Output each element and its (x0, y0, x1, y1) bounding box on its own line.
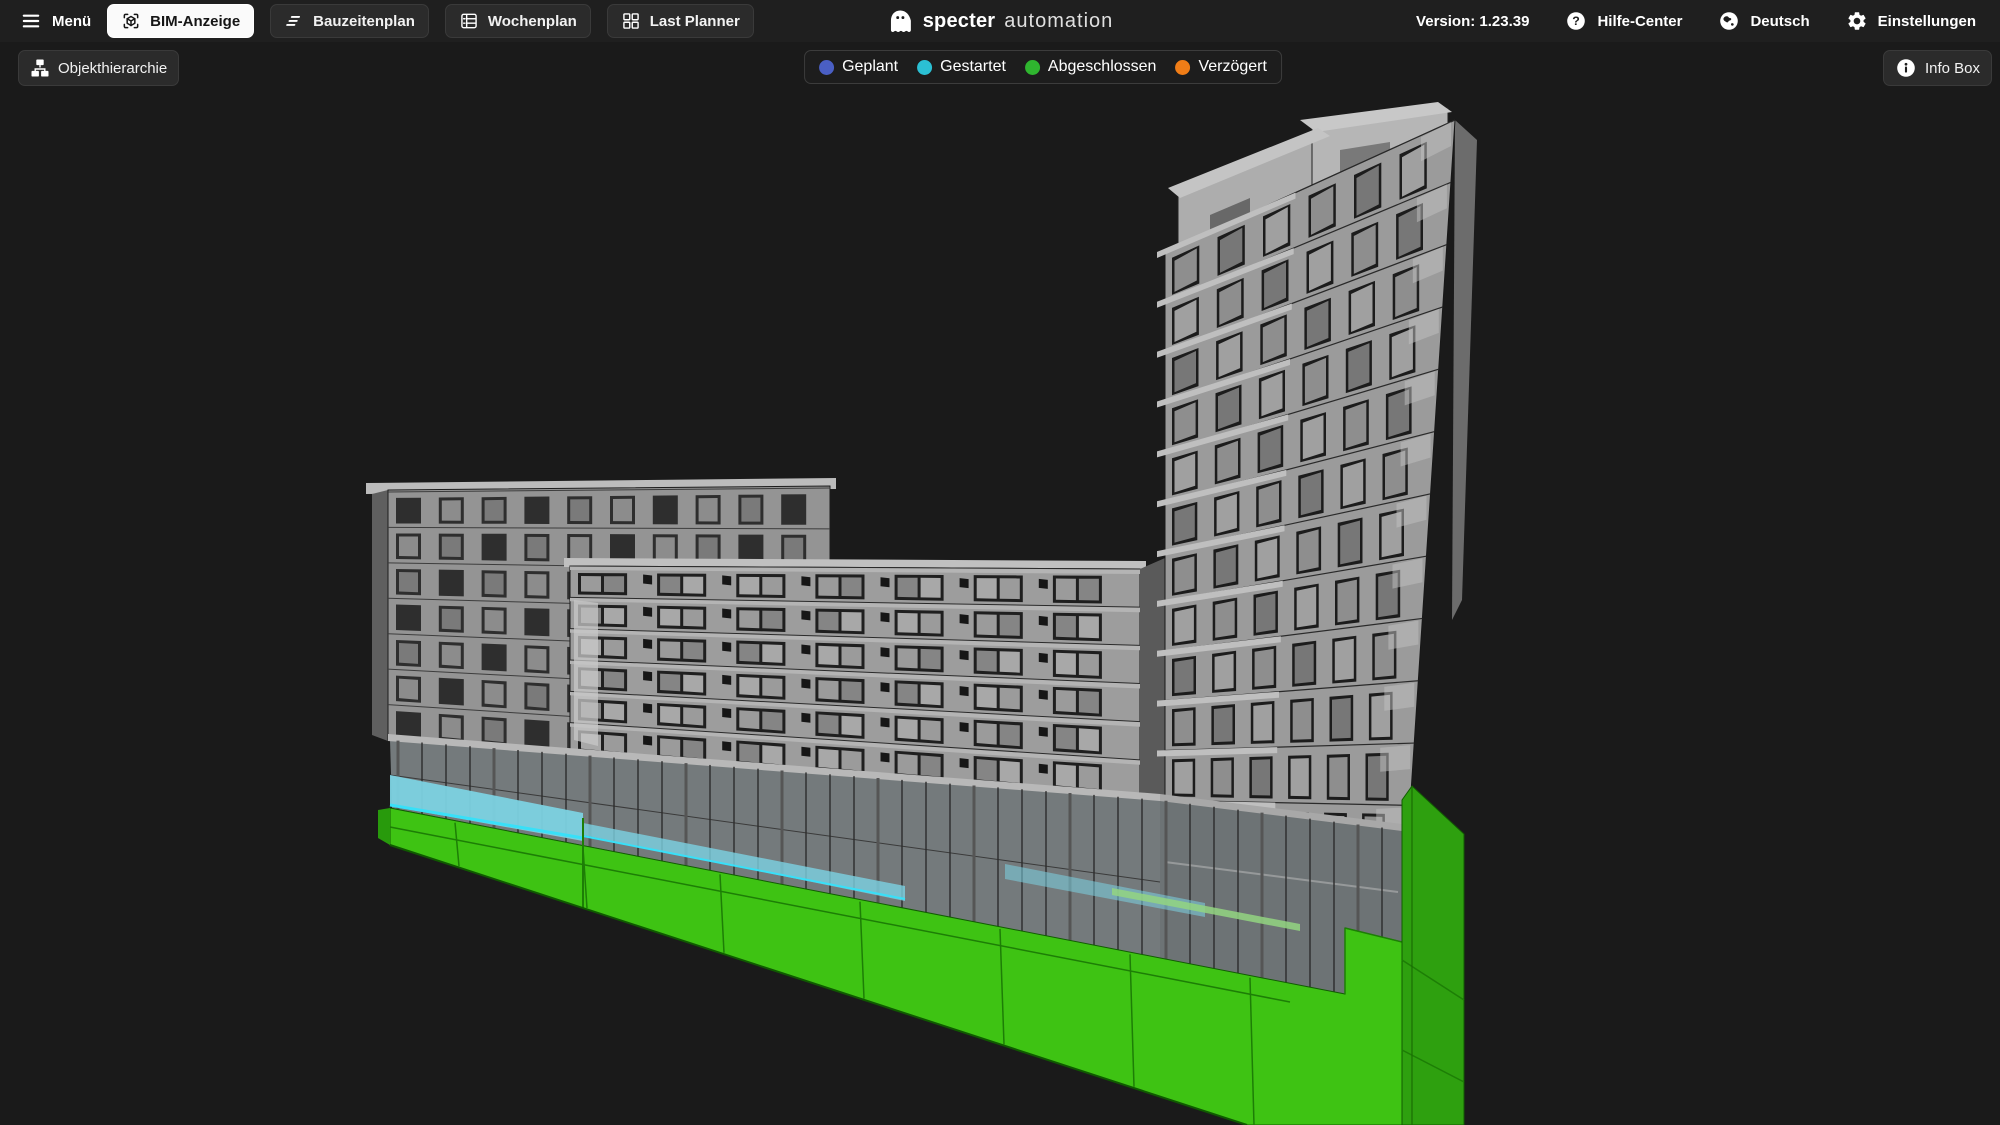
abgeschlossen-color-dot (1025, 60, 1040, 75)
tab-label: Last Planner (650, 13, 740, 30)
legend-item-verzoegert: Verzögert (1175, 58, 1266, 76)
version-label: Version: 1.23.39 (1416, 13, 1529, 30)
logo: specter automation (887, 0, 1114, 42)
svg-text:?: ? (1573, 14, 1581, 28)
object-hierarchy-label: Objekthierarchie (58, 60, 167, 77)
tab-label: Bauzeitenplan (313, 13, 415, 30)
help-center-label: Hilfe-Center (1597, 13, 1682, 30)
logo-suffix: automation (1004, 10, 1113, 33)
tab-label: BIM-Anzeige (150, 13, 240, 30)
language-label: Deutsch (1750, 13, 1809, 30)
gestartet-label: Gestartet (940, 58, 1006, 76)
globe-icon (1718, 10, 1740, 32)
object-hierarchy-button[interactable]: Objekthierarchie (18, 50, 179, 86)
logo-brand: specter (923, 10, 996, 33)
bim-cube-icon (121, 11, 141, 31)
legend-item-abgeschlossen: Abgeschlossen (1025, 58, 1157, 76)
gear-icon (1846, 10, 1868, 32)
geplant-color-dot (819, 60, 834, 75)
hierarchy-icon (30, 58, 50, 78)
tab-wochenplan[interactable]: Wochenplan (445, 4, 591, 38)
verzoegert-color-dot (1175, 60, 1190, 75)
settings-label: Einstellungen (1878, 13, 1976, 30)
tab-bim-anzeige[interactable]: BIM-Anzeige (107, 4, 254, 38)
info-icon (1895, 57, 1917, 79)
topbar-right-group: Version: 1.23.39 ? Hilfe-Center Deutsch … (1380, 0, 2000, 42)
settings-button[interactable]: Einstellungen (1846, 10, 1976, 32)
info-box-button[interactable]: Info Box (1883, 50, 1992, 86)
legend-item-gestartet: Gestartet (917, 58, 1006, 76)
language-button[interactable]: Deutsch (1718, 10, 1809, 32)
menu-button[interactable]: Menü (0, 0, 107, 42)
version-label-wrap: Version: 1.23.39 (1416, 13, 1529, 30)
geplant-label: Geplant (842, 58, 898, 76)
tab-last-planner[interactable]: Last Planner (607, 4, 754, 38)
hamburger-menu-icon (20, 10, 42, 32)
verzoegert-label: Verzögert (1198, 58, 1266, 76)
status-legend: Geplant Gestartet Abgeschlossen Verzöger… (804, 50, 1282, 84)
gestartet-color-dot (917, 60, 932, 75)
top-navigation-bar: Menü BIM-Anzeige Bauzeitenplan Wochenpla… (0, 0, 2000, 42)
menu-label: Menü (52, 13, 91, 30)
help-center-button[interactable]: ? Hilfe-Center (1565, 10, 1682, 32)
grid-squares-icon (621, 11, 641, 31)
question-icon: ? (1565, 10, 1587, 32)
legend-item-geplant: Geplant (819, 58, 898, 76)
week-plan-icon (459, 11, 479, 31)
building-model-3d[interactable] (0, 0, 2000, 1125)
tab-label: Wochenplan (488, 13, 577, 30)
info-box-label: Info Box (1925, 60, 1980, 77)
tab-bauzeitenplan[interactable]: Bauzeitenplan (270, 4, 429, 38)
ghost-icon (887, 8, 914, 35)
abgeschlossen-label: Abgeschlossen (1048, 58, 1157, 76)
schedule-bars-icon (284, 11, 304, 31)
